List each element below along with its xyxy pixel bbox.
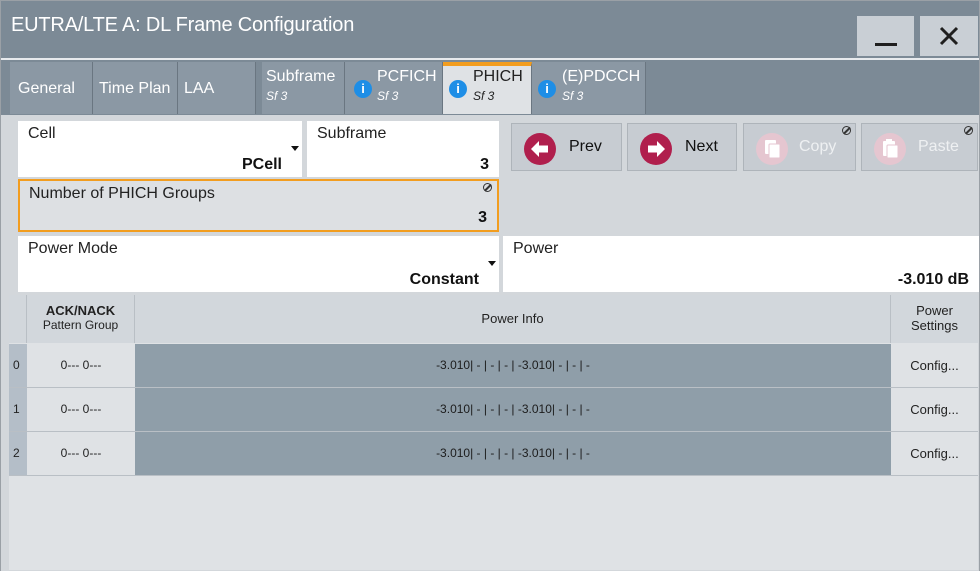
power-info-cell: -3.010| - | - | - | -3.010| - | - | - bbox=[135, 344, 891, 387]
power-mode-select[interactable]: Power Mode Constant bbox=[18, 236, 499, 292]
phich-groups-label: Number of PHICH Groups bbox=[29, 185, 215, 202]
info-icon: i bbox=[354, 80, 372, 98]
power-mode-label: Power Mode bbox=[28, 240, 118, 257]
power-info-cell: -3.010| - | - | - | -3.010| - | - | - bbox=[135, 432, 891, 475]
table-row: 0 0--- 0--- -3.010| - | - | - | -3.010| … bbox=[9, 344, 978, 388]
header-line: Pattern Group bbox=[42, 318, 119, 332]
next-button[interactable]: Next bbox=[627, 123, 737, 171]
info-icon: i bbox=[538, 80, 556, 98]
row-index: 2 bbox=[9, 432, 27, 475]
tab-label: General bbox=[18, 80, 75, 97]
paste-label: Paste bbox=[918, 138, 959, 155]
copy-icon bbox=[756, 133, 788, 165]
tab-laa[interactable]: LAA bbox=[178, 62, 256, 114]
tab-sublabel: Sf 3 bbox=[377, 89, 399, 103]
pattern-cell[interactable]: 0--- 0--- bbox=[27, 388, 135, 431]
not-available-icon bbox=[483, 183, 492, 192]
tab-label: PHICH bbox=[473, 68, 523, 85]
paste-button[interactable]: Paste bbox=[861, 123, 978, 171]
minimize-icon bbox=[874, 43, 897, 46]
arrow-right-icon bbox=[640, 133, 672, 165]
subframe-label: Subframe bbox=[317, 125, 387, 142]
config-button[interactable]: Config... bbox=[891, 388, 978, 431]
tab-subframe[interactable]: Subframe Sf 3 bbox=[262, 62, 345, 114]
pattern-cell[interactable]: 0--- 0--- bbox=[27, 432, 135, 475]
config-button[interactable]: Config... bbox=[891, 344, 978, 387]
index-header bbox=[9, 295, 27, 343]
copy-label: Copy bbox=[799, 138, 837, 155]
power-settings-header: Power Settings bbox=[891, 295, 978, 343]
tab-epdcch[interactable]: i (E)PDCCH Sf 3 bbox=[532, 62, 646, 114]
power-info-cell: -3.010| - | - | - | -3.010| - | - | - bbox=[135, 388, 891, 431]
config-button[interactable]: Config... bbox=[891, 432, 978, 475]
row-index: 0 bbox=[9, 344, 27, 387]
prev-button[interactable]: Prev bbox=[511, 123, 622, 171]
not-available-icon bbox=[964, 126, 973, 135]
tab-time-plan[interactable]: Time Plan bbox=[93, 62, 178, 114]
chevron-down-icon bbox=[488, 261, 496, 266]
subframe-value: 3 bbox=[480, 156, 489, 173]
dialog-body: Cell PCell Subframe 3 Prev Next Copy Pas… bbox=[1, 115, 979, 571]
row-index-text: 0 bbox=[13, 358, 20, 372]
chevron-down-icon bbox=[291, 146, 299, 151]
header-line: Power bbox=[916, 303, 953, 318]
minimize-button[interactable] bbox=[857, 16, 914, 56]
tab-sublabel: Sf 3 bbox=[473, 89, 495, 103]
table-row: 1 0--- 0--- -3.010| - | - | - | -3.010| … bbox=[9, 388, 978, 432]
tab-label: PCFICH bbox=[377, 68, 437, 85]
row-index: 1 bbox=[9, 388, 27, 431]
subframe-field[interactable]: Subframe 3 bbox=[307, 121, 499, 177]
tab-label: Subframe bbox=[266, 68, 336, 85]
header-line: Settings bbox=[911, 318, 958, 333]
info-icon: i bbox=[449, 80, 467, 98]
tab-label: Time Plan bbox=[99, 80, 171, 97]
cell-select[interactable]: Cell PCell bbox=[18, 121, 302, 177]
table-row: 2 0--- 0--- -3.010| - | - | - | -3.010| … bbox=[9, 432, 978, 476]
window-title: EUTRA/LTE A: DL Frame Configuration bbox=[11, 14, 355, 36]
prev-label: Prev bbox=[569, 138, 602, 155]
power-mode-value: Constant bbox=[409, 271, 479, 288]
header-line: ACK/NACK bbox=[45, 303, 116, 318]
power-info-header: Power Info bbox=[135, 295, 891, 343]
phich-groups-field[interactable]: Number of PHICH Groups 3 bbox=[18, 179, 499, 232]
dialog-window: EUTRA/LTE A: DL Frame Configuration Gene… bbox=[0, 0, 980, 571]
cell-value: PCell bbox=[241, 156, 282, 173]
tab-phich[interactable]: i PHICH Sf 3 bbox=[443, 62, 532, 114]
phich-table: ACK/NACK Pattern Group Power Info Power … bbox=[9, 295, 978, 570]
row-index-text: 2 bbox=[13, 446, 20, 460]
power-label: Power bbox=[513, 240, 559, 257]
pattern-group-header: ACK/NACK Pattern Group bbox=[27, 295, 135, 343]
tab-pcfich[interactable]: i PCFICH Sf 3 bbox=[345, 62, 443, 114]
copy-button[interactable]: Copy bbox=[743, 123, 856, 171]
row-index-text: 1 bbox=[13, 402, 20, 416]
not-available-icon bbox=[842, 126, 851, 135]
paste-icon bbox=[874, 133, 906, 165]
arrow-left-icon bbox=[524, 133, 556, 165]
tab-general[interactable]: General bbox=[10, 62, 93, 114]
cell-label: Cell bbox=[28, 125, 56, 142]
pattern-cell[interactable]: 0--- 0--- bbox=[27, 344, 135, 387]
tab-label: LAA bbox=[184, 80, 215, 97]
phich-groups-value: 3 bbox=[478, 209, 487, 226]
tab-sublabel: Sf 3 bbox=[562, 89, 584, 103]
power-field[interactable]: Power -3.010 dB bbox=[503, 236, 979, 292]
tab-label: (E)PDCCH bbox=[562, 68, 641, 85]
power-value: -3.010 dB bbox=[897, 271, 969, 288]
tab-sublabel: Sf 3 bbox=[266, 89, 288, 103]
close-icon bbox=[939, 26, 959, 46]
row-divider bbox=[9, 475, 978, 476]
close-button[interactable] bbox=[920, 16, 978, 56]
next-label: Next bbox=[685, 138, 718, 155]
title-bar: EUTRA/LTE A: DL Frame Configuration bbox=[1, 1, 979, 60]
tab-bar: General Time Plan LAA Subframe Sf 3 i PC… bbox=[1, 60, 979, 115]
